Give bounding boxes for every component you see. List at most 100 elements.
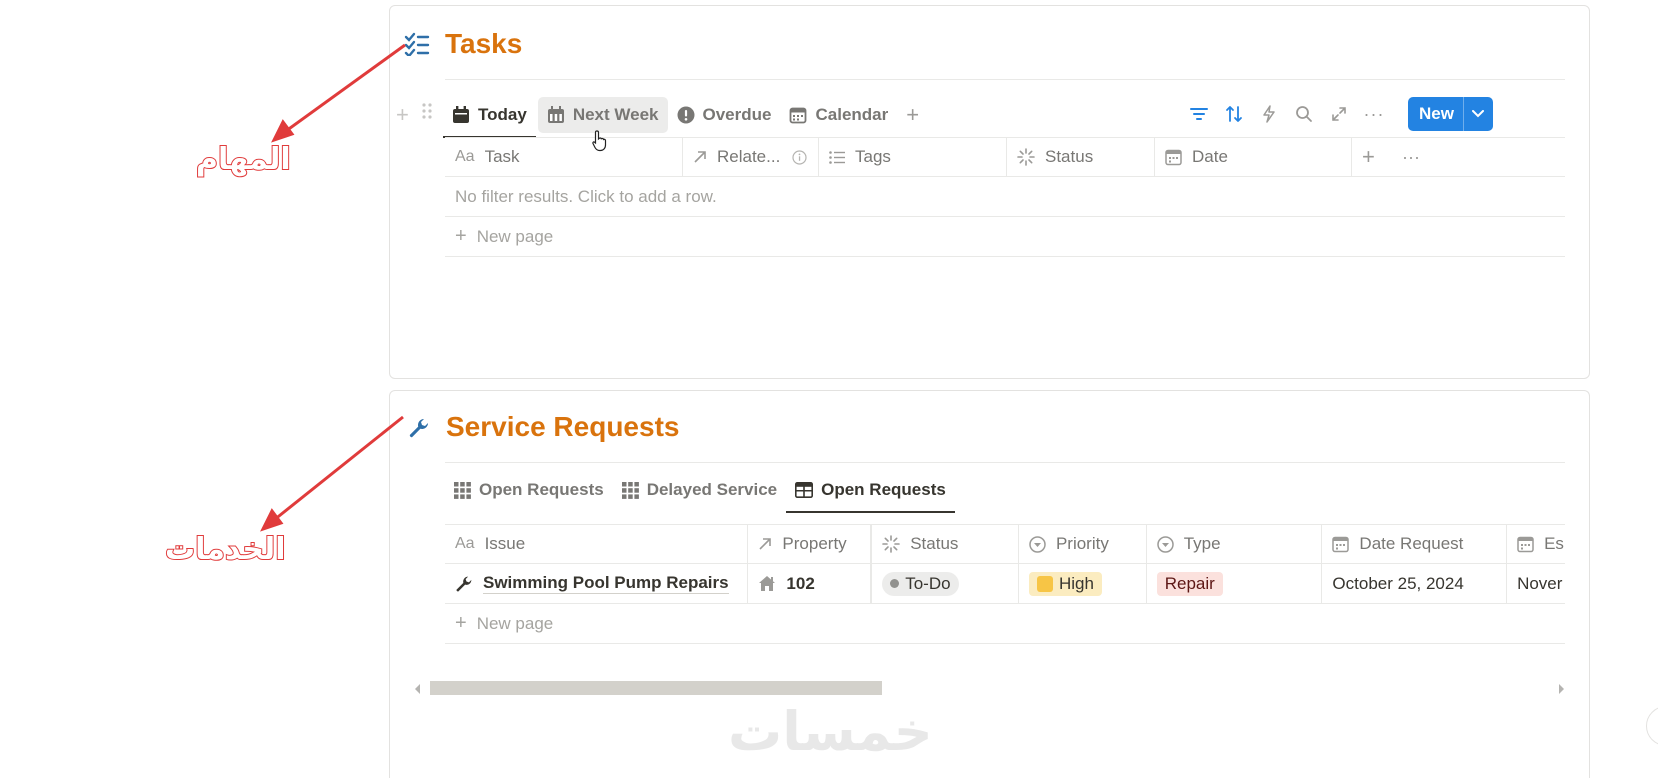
empty-state-label: No filter results. Click to add a row. [455,186,717,206]
filter-icon[interactable] [1190,105,1208,123]
watermark-logo: خمسات [728,700,933,763]
plus-icon: + [906,102,920,127]
table-row[interactable]: Swimming Pool Pump Repairs 102 To-Do Hig… [445,564,1565,604]
issue-title[interactable]: Swimming Pool Pump Repairs [483,573,729,594]
info-icon [792,149,807,165]
scroll-right-icon[interactable] [1557,682,1565,700]
tasks-view-tabs: Today Next Week Overdue Calendar + [443,97,928,138]
calendar-day-icon [452,106,470,124]
status-value: To-Do [905,573,951,593]
new-page-row[interactable]: + New page [445,604,1565,644]
tasks-arrow-icon [271,43,406,143]
services-arrow-icon [260,415,404,532]
calendar-icon [1332,536,1350,553]
column-header-date-request[interactable]: Date Request [1322,525,1508,563]
select-icon [1029,535,1046,553]
side-circle-button[interactable] [1646,706,1658,746]
column-header-status[interactable]: Status [1007,138,1155,176]
column-header-date[interactable]: Date [1155,138,1352,176]
status-spinner-icon [1017,148,1035,166]
service-requests-title[interactable]: Service Requests [446,411,679,443]
issue-cell[interactable]: Swimming Pool Pump Repairs [445,564,749,603]
sort-icon[interactable] [1225,105,1243,123]
column-label: Date Request [1359,534,1464,553]
date-request-cell[interactable]: October 25, 2024 [1322,564,1508,603]
column-header-type[interactable]: Type [1147,525,1323,563]
expand-icon[interactable] [1330,105,1348,123]
tab-delayed-service[interactable]: Delayed Service [613,472,786,508]
wrench-icon [408,417,430,444]
empty-state-row[interactable]: No filter results. Click to add a row. [445,177,1565,217]
property-cell[interactable]: 102 [748,564,873,603]
column-header-status[interactable]: Status [872,525,1019,563]
tasks-annotation-label: المهام [195,141,291,178]
new-button-label: New [1419,104,1454,123]
tab-label: Delayed Service [646,480,778,499]
tasks-table: Aa Task Relate... Tags Status Date + ··· [445,137,1565,257]
more-columns-icon[interactable]: ··· [1392,138,1432,176]
select-icon [1156,535,1174,553]
status-cell[interactable]: To-Do [872,564,1019,603]
column-header-estimate[interactable]: Es [1507,525,1565,563]
service-view-tabs: Open Requests Delayed Service Open Reque… [445,472,955,513]
column-label: Type [1183,534,1221,553]
relation-arrow-icon [758,537,772,551]
property-value[interactable]: 102 [786,574,814,594]
tab-label: Overdue [702,105,772,124]
column-label: Priority [1055,534,1109,553]
tab-label: Open Requests [821,480,946,499]
add-block-icon[interactable]: + [396,102,409,128]
column-header-issue[interactable]: Aa Issue [445,525,749,563]
tab-today[interactable]: Today [443,97,536,138]
column-label: Tags [855,147,891,166]
new-button[interactable]: New [1408,97,1493,131]
tasks-database-block: Tasks + Today Next Week Overdue Calendar… [389,5,1590,379]
alert-circle-icon [677,106,695,124]
search-icon[interactable] [1295,105,1313,123]
status-dot-icon [890,579,900,588]
hand-cursor-icon [592,130,608,157]
priority-cell[interactable]: High [1019,564,1147,603]
tab-open-requests-board[interactable]: Open Requests [445,472,613,508]
column-header-task[interactable]: Aa Task [445,138,683,176]
add-property-button[interactable]: + [1352,138,1392,176]
tasks-title-text: Tasks [445,28,523,59]
tab-label: Calendar [815,105,889,124]
new-page-row[interactable]: + New page [445,217,1565,257]
new-page-button[interactable]: + New page [445,217,563,256]
column-header-tags[interactable]: Tags [819,138,1007,176]
priority-square-icon [1036,575,1053,592]
drag-handle-icon[interactable] [422,102,432,125]
column-label: Task [484,147,520,166]
tab-overdue[interactable]: Overdue [668,97,781,133]
tab-calendar[interactable]: Calendar [780,97,897,133]
new-page-button[interactable]: + New page [445,604,563,643]
tab-label: Open Requests [479,480,604,499]
calendar-week-icon [547,106,565,124]
grid-icon [454,481,471,499]
column-label: Relate... [717,147,781,166]
scroll-left-icon[interactable] [414,682,422,700]
more-options-icon[interactable]: ··· [1364,104,1384,124]
chevron-down-icon[interactable] [1462,97,1493,131]
tab-next-week[interactable]: Next Week [537,97,668,133]
calendar-icon [1517,536,1534,553]
services-annotation-label: الخدمات [164,531,286,568]
column-header-related[interactable]: Relate... [683,138,819,176]
grid-icon [621,481,639,499]
tab-open-requests-table[interactable]: Open Requests [786,472,955,513]
type-cell[interactable]: Repair [1147,564,1323,603]
scrollbar-thumb[interactable] [430,681,882,695]
automation-bolt-icon[interactable] [1260,105,1278,123]
add-view-button[interactable]: + [897,97,928,133]
estimate-cell[interactable]: Nover [1507,564,1565,603]
empty-state-text: No filter results. Click to add a row. [445,177,727,216]
priority-value: High [1058,573,1094,593]
status-badge: To-Do [882,571,959,596]
horizontal-scrollbar[interactable] [414,681,1565,695]
column-header-property[interactable]: Property [748,525,873,563]
tasks-title[interactable]: Tasks [445,28,522,60]
plus-icon: + [455,612,467,634]
column-header-priority[interactable]: Priority [1019,525,1147,563]
wrench-icon [455,575,473,593]
